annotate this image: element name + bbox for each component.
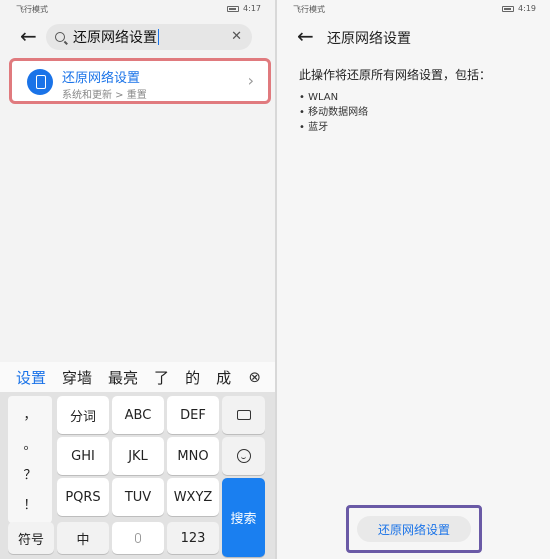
phone-settings-icon [27, 69, 53, 95]
key-abc[interactable]: ABC [112, 396, 164, 434]
reset-button-highlight: 还原网络设置 [346, 505, 482, 553]
page-title: 还原网络设置 [327, 31, 411, 47]
keyboard: ， 。 ？ ！ 分词 ABC DEF GHI JKL MNO PQRS TUV … [0, 392, 275, 559]
emoji-key[interactable] [222, 437, 265, 475]
right-screen: 飞行模式 4:19 ← 还原网络设置 此操作将还原所有网络设置，包括： • WL… [277, 0, 550, 559]
status-bar: 飞行模式 4:17 [0, 0, 275, 18]
punctuation-column: ， 。 ？ ！ [8, 396, 52, 523]
microphone-icon [135, 533, 141, 543]
reset-network-button[interactable]: 还原网络设置 [357, 516, 471, 542]
result-title: 还原网络设置 [62, 71, 141, 86]
candidate-word[interactable]: 的 [185, 367, 200, 388]
key-mno[interactable]: MNO [167, 437, 219, 475]
back-arrow-icon[interactable]: ← [20, 26, 37, 46]
search-icon [55, 32, 65, 42]
punct-key[interactable]: ！ [8, 494, 52, 513]
key-wxyz[interactable]: WXYZ [167, 478, 219, 516]
search-query: 还原网络设置 [73, 30, 157, 46]
candidate-word[interactable]: 穿墙 [62, 367, 92, 388]
close-candidates-icon[interactable]: ⊗ [248, 368, 261, 386]
punct-key[interactable]: 。 [8, 434, 52, 453]
candidate-word[interactable]: 最亮 [108, 367, 138, 388]
text-cursor [158, 29, 159, 45]
search-result-item[interactable]: 还原网络设置 系统和更新 > 重置 › [9, 58, 271, 104]
smile-icon [236, 449, 251, 463]
candidate-word[interactable]: 设置 [16, 367, 46, 388]
airplane-mode-label: 飞行模式 [293, 5, 325, 14]
back-arrow-icon[interactable]: ← [297, 26, 314, 46]
clock: 4:19 [518, 4, 536, 13]
language-key[interactable]: 中 [57, 522, 109, 554]
clear-icon[interactable]: ✕ [231, 29, 242, 44]
key-tuv[interactable]: TUV [112, 478, 164, 516]
candidate-word[interactable]: 成 [216, 367, 231, 388]
chevron-right-icon: › [247, 71, 254, 90]
left-screen: 飞行模式 4:17 ← 还原网络设置 ✕ 还原网络设置 系统和更新 > 重置 ›… [0, 0, 275, 559]
numbers-key[interactable]: 123 [167, 522, 219, 554]
backspace-icon [236, 410, 251, 420]
backspace-key[interactable] [222, 396, 265, 434]
list-item: • 蓝牙 [299, 122, 329, 133]
key-jkl[interactable]: JKL [112, 437, 164, 475]
reset-items-list: • WLAN • 移动数据网络 • 蓝牙 [299, 90, 368, 135]
key-ghi[interactable]: GHI [57, 437, 109, 475]
candidate-bar: 设置 穿墙 最亮 了 的 成 ⊗ [0, 362, 275, 392]
reset-description: 此操作将还原所有网络设置，包括： [299, 68, 492, 82]
battery-icon [227, 5, 240, 12]
key-fenci[interactable]: 分词 [57, 396, 109, 434]
candidate-word[interactable]: 了 [154, 367, 169, 388]
result-path: 系统和更新 > 重置 [62, 90, 147, 101]
search-key[interactable]: 搜索 [222, 478, 265, 557]
punct-key[interactable]: ？ [8, 464, 52, 483]
list-item: • WLAN [299, 92, 339, 103]
search-input[interactable]: 还原网络设置 ✕ [46, 24, 252, 50]
battery-icon [502, 5, 515, 12]
clock: 4:17 [243, 4, 261, 13]
key-def[interactable]: DEF [167, 396, 219, 434]
space-key[interactable] [112, 522, 164, 554]
airplane-mode-label: 飞行模式 [16, 5, 48, 14]
list-item: • 移动数据网络 [299, 107, 369, 118]
status-bar: 飞行模式 4:19 [277, 0, 550, 18]
key-pqrs[interactable]: PQRS [57, 478, 109, 516]
punct-key[interactable]: ， [8, 404, 52, 423]
symbols-key[interactable]: 符号 [8, 522, 54, 554]
